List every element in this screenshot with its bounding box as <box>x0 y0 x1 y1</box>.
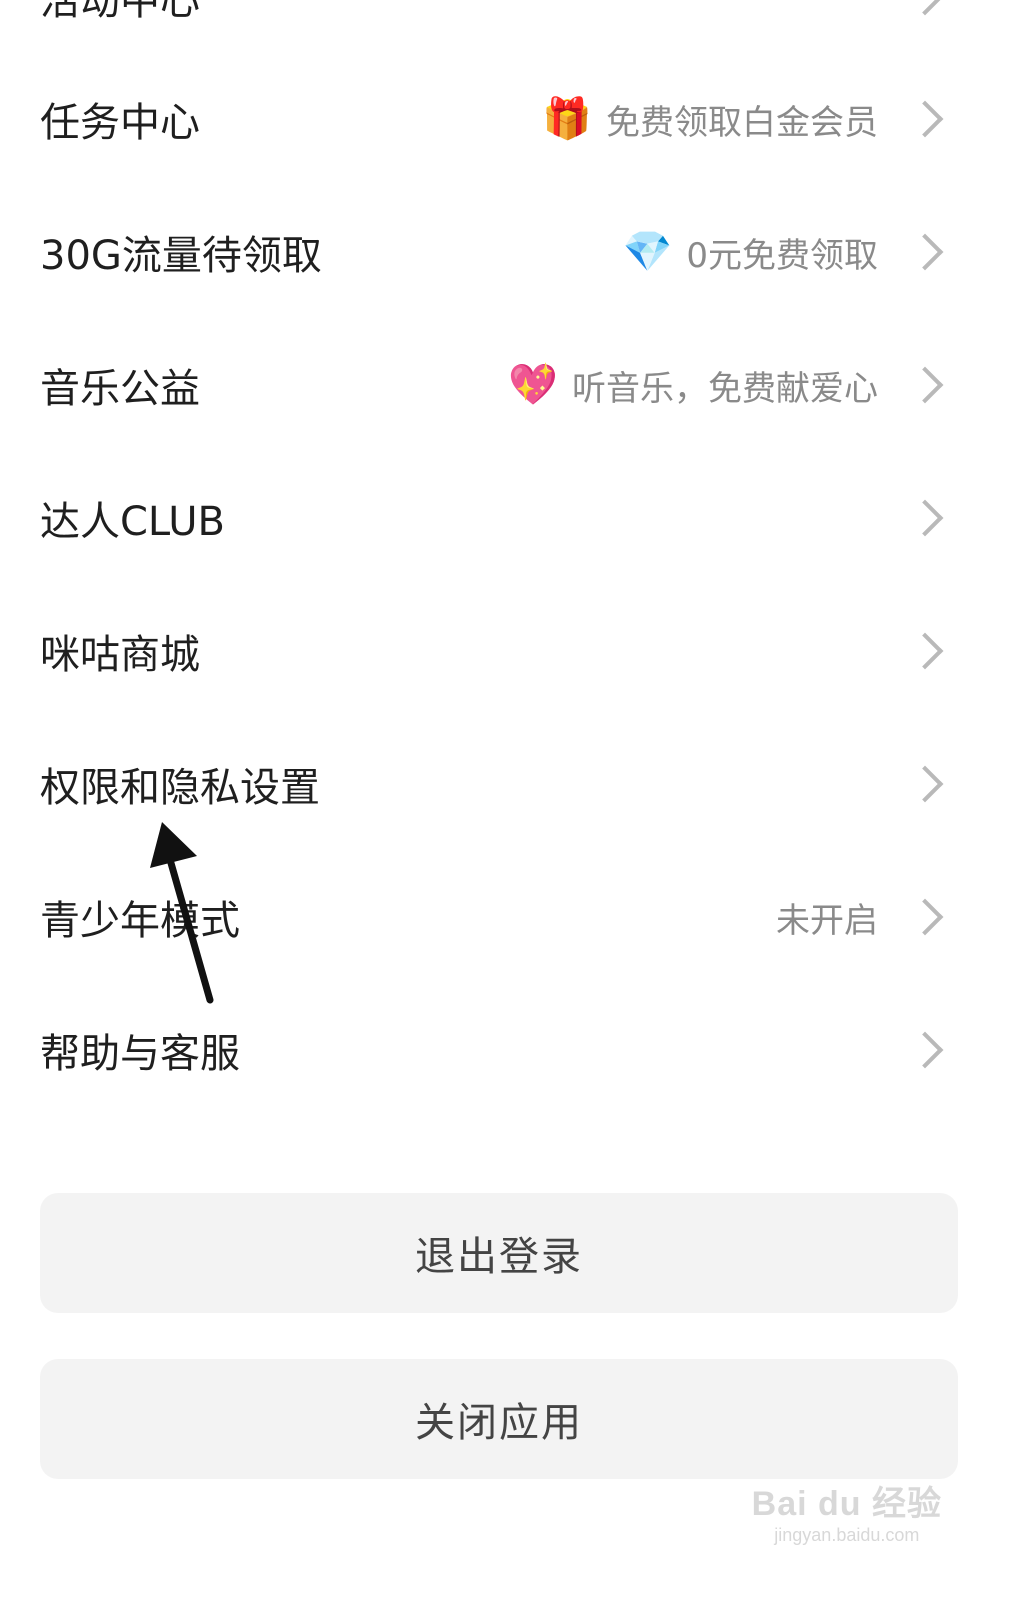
menu-item-label: 咪咕商城 <box>40 632 200 678</box>
menu-item-permission-privacy-settings[interactable]: 权限和隐私设置 <box>0 729 1016 839</box>
sparkling-heart-icon: 💖 <box>508 362 558 408</box>
menu-item-label: 权限和隐私设置 <box>40 765 320 811</box>
diamond-icon: 💎 <box>622 229 673 275</box>
watermark-logo-text: Bai du 经验 <box>751 1485 942 1523</box>
hint-text: 免费领取白金会员 <box>606 102 878 143</box>
menu-item-data-traffic[interactable]: 30G流量待领取 💎 0元免费领取 <box>0 197 1016 307</box>
menu-item-label: 帮助与客服 <box>40 1031 240 1077</box>
menu-item-label: 音乐公益 <box>40 366 200 412</box>
menu-item-hint: 💖 听音乐，免费献爱心 <box>508 361 878 410</box>
chevron-right-icon <box>906 1031 944 1069</box>
menu-item-teen-mode[interactable]: 青少年模式 未开启 <box>0 862 1016 972</box>
menu-item-hint: 🎁 免费领取白金会员 <box>542 95 878 144</box>
menu-item-label: 活动中心 <box>40 0 200 24</box>
menu-item-hint: 💎 0元免费领取 <box>623 228 878 277</box>
menu-item-activity-center[interactable]: 活动中心 <box>0 0 1016 52</box>
menu-item-migu-mall[interactable]: 咪咕商城 <box>0 596 1016 706</box>
chevron-right-icon <box>906 898 944 936</box>
menu-item-task-center[interactable]: 任务中心 🎁 免费领取白金会员 <box>0 64 1016 174</box>
gift-icon: 🎁 <box>542 96 592 142</box>
chevron-right-icon <box>906 0 944 16</box>
chevron-right-icon <box>906 499 944 537</box>
chevron-right-icon <box>906 366 944 404</box>
chevron-right-icon <box>906 233 944 271</box>
hint-text: 听音乐，免费献爱心 <box>572 368 878 409</box>
logout-button[interactable]: 退出登录 <box>40 1193 958 1313</box>
menu-item-label: 达人CLUB <box>40 499 225 545</box>
chevron-right-icon <box>906 765 944 803</box>
baidu-jingyan-watermark: Bai du 经验 jingyan.baidu.com <box>752 1476 942 1546</box>
watermark-url: jingyan.baidu.com <box>774 1525 920 1545</box>
menu-item-label: 任务中心 <box>40 100 200 146</box>
menu-item-talent-club[interactable]: 达人CLUB <box>0 463 1016 573</box>
close-app-button[interactable]: 关闭应用 <box>40 1359 958 1479</box>
menu-item-help-support[interactable]: 帮助与客服 <box>0 995 1016 1105</box>
menu-item-label: 30G流量待领取 <box>40 233 322 279</box>
hint-text: 0元免费领取 <box>686 235 878 276</box>
chevron-right-icon <box>906 632 944 670</box>
status-text: 未开启 <box>776 900 878 941</box>
chevron-right-icon <box>906 100 944 138</box>
menu-item-music-charity[interactable]: 音乐公益 💖 听音乐，免费献爱心 <box>0 330 1016 440</box>
menu-item-status: 未开启 <box>776 893 878 942</box>
menu-item-label: 青少年模式 <box>40 898 240 944</box>
